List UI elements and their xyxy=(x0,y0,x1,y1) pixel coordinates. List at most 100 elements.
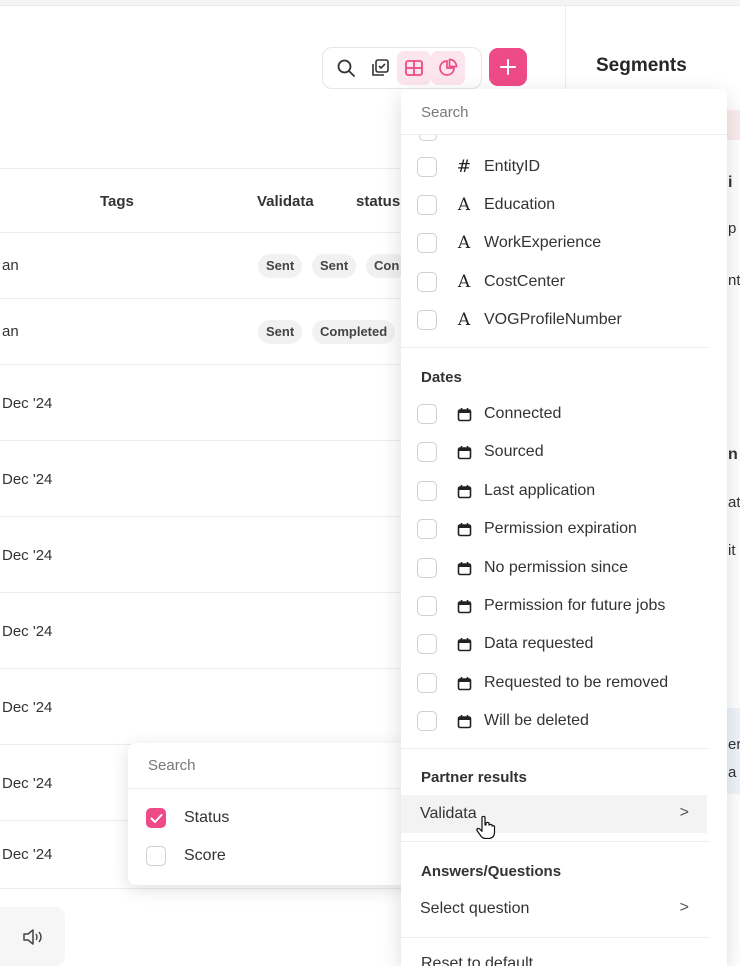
checkbox[interactable] xyxy=(417,711,437,731)
field-label: WorkExperience xyxy=(484,234,602,251)
date-option[interactable]: Permission for future jobs xyxy=(417,594,665,618)
option-label: Score xyxy=(184,847,226,864)
divider xyxy=(401,841,709,842)
checkbox[interactable] xyxy=(146,846,166,866)
pie-chart-icon[interactable] xyxy=(431,51,465,85)
select-question-item[interactable]: Select question > xyxy=(401,890,707,928)
date-option[interactable]: Requested to be removed xyxy=(417,671,668,695)
checkbox-checked[interactable] xyxy=(146,808,166,828)
column-header-validata[interactable]: Validata xyxy=(257,193,314,210)
checkbox-partial xyxy=(419,135,437,141)
dropdown-search-input[interactable]: Search xyxy=(401,89,727,135)
date-label: Data requested xyxy=(484,635,594,652)
checkbox[interactable] xyxy=(417,673,437,693)
calendar-icon xyxy=(454,522,474,537)
date-option[interactable]: Sourced xyxy=(417,440,544,464)
partner-item-validata[interactable]: Validata > xyxy=(401,795,707,833)
date-option[interactable]: Permission expiration xyxy=(417,517,637,541)
column-picker-dropdown: Search # EntityID A Education A WorkExpe… xyxy=(401,89,727,966)
divider xyxy=(401,937,709,938)
date-option[interactable]: Data requested xyxy=(417,632,593,656)
date-label: Connected xyxy=(484,405,562,422)
text-field-icon: A xyxy=(457,233,471,253)
field-option-vogprofilenumber[interactable]: A VOGProfileNumber xyxy=(417,308,622,332)
checkbox[interactable] xyxy=(417,195,437,215)
segments-title: Segments xyxy=(596,55,687,76)
checkbox[interactable] xyxy=(417,272,437,292)
row-date: Dec '24 xyxy=(2,846,53,863)
calendar-icon xyxy=(454,637,474,652)
date-label: Last application xyxy=(484,482,596,499)
date-label: Permission for future jobs xyxy=(484,597,666,614)
checkbox[interactable] xyxy=(417,481,437,501)
segment-text-fragment: n xyxy=(728,446,738,463)
checklist-icon[interactable] xyxy=(363,51,397,85)
checkbox[interactable] xyxy=(417,558,437,578)
field-option-costcenter[interactable]: A CostCenter xyxy=(417,270,565,294)
field-label: Education xyxy=(484,196,556,213)
row-date: Dec '24 xyxy=(2,395,53,412)
calendar-icon xyxy=(454,407,474,422)
checkbox[interactable] xyxy=(417,404,437,424)
partner-item-label: Validata xyxy=(420,805,477,822)
table-row[interactable]: an Sent Completed xyxy=(0,299,405,365)
table-row[interactable]: an Sent Sent Con xyxy=(0,233,408,299)
section-heading-answers: Answers/Questions xyxy=(421,863,562,880)
date-option[interactable]: Connected xyxy=(417,402,561,426)
checkbox[interactable] xyxy=(417,310,437,330)
field-option-education[interactable]: A Education xyxy=(417,193,555,217)
segment-text-fragment: a xyxy=(728,764,737,781)
table-header: Tags Validata status xyxy=(0,168,405,233)
checkbox[interactable] xyxy=(417,442,437,462)
calendar-icon xyxy=(454,561,474,576)
text-field-icon: A xyxy=(457,195,471,215)
checkbox[interactable] xyxy=(417,519,437,539)
date-option[interactable]: Last application xyxy=(417,479,595,503)
date-option[interactable]: No permission since xyxy=(417,556,628,580)
field-option-workexperience[interactable]: A WorkExperience xyxy=(417,231,601,255)
checkbox[interactable] xyxy=(417,634,437,654)
row-date: Dec '24 xyxy=(2,471,53,488)
row-date: Dec '24 xyxy=(2,547,53,564)
hand-cursor-icon xyxy=(476,815,496,839)
checkbox[interactable] xyxy=(417,157,437,177)
table-row[interactable]: Dec '24 xyxy=(0,669,405,745)
number-field-icon: # xyxy=(456,157,472,177)
calendar-icon xyxy=(454,599,474,614)
table-row[interactable]: Dec '24 xyxy=(0,517,405,593)
row-name: an xyxy=(2,323,19,340)
column-header-status[interactable]: status xyxy=(356,193,400,210)
table-row[interactable]: Dec '24 xyxy=(0,441,405,517)
validata-submenu: Search Status Score xyxy=(128,743,406,885)
segment-text-fragment: nt xyxy=(728,272,740,289)
checkbox[interactable] xyxy=(417,596,437,616)
date-option[interactable]: Will be deleted xyxy=(417,709,589,733)
field-label: VOGProfileNumber xyxy=(484,311,622,328)
select-question-label: Select question xyxy=(420,900,530,917)
field-label: EntityID xyxy=(484,158,541,175)
submenu-option-status[interactable]: Status xyxy=(146,808,229,828)
submenu-option-score[interactable]: Score xyxy=(146,846,226,866)
segment-text-fragment: it xyxy=(728,542,736,559)
chevron-right-icon: > xyxy=(679,804,689,821)
status-badge: Completed xyxy=(312,320,396,344)
row-date: Dec '24 xyxy=(2,623,53,640)
segment-text-fragment: at xyxy=(728,494,740,511)
checkbox[interactable] xyxy=(417,233,437,253)
segment-text-fragment: er xyxy=(728,736,740,753)
text-field-icon: A xyxy=(457,310,471,330)
status-badge: Sent xyxy=(258,320,303,344)
submenu-search-input[interactable]: Search xyxy=(128,743,406,789)
date-label: No permission since xyxy=(484,559,629,576)
search-icon[interactable] xyxy=(329,51,363,85)
table-row[interactable]: Dec '24 xyxy=(0,593,405,669)
column-header-tags[interactable]: Tags xyxy=(100,193,134,210)
add-button[interactable] xyxy=(489,48,527,86)
calendar-icon xyxy=(454,676,474,691)
field-option-entityid[interactable]: # EntityID xyxy=(417,155,540,179)
table-row[interactable]: Dec '24 xyxy=(0,365,405,441)
reset-to-default-button[interactable]: Reset to default xyxy=(421,955,533,966)
field-label: CostCenter xyxy=(484,273,565,290)
table-view-icon[interactable] xyxy=(397,51,431,85)
speaker-button[interactable] xyxy=(0,907,65,966)
